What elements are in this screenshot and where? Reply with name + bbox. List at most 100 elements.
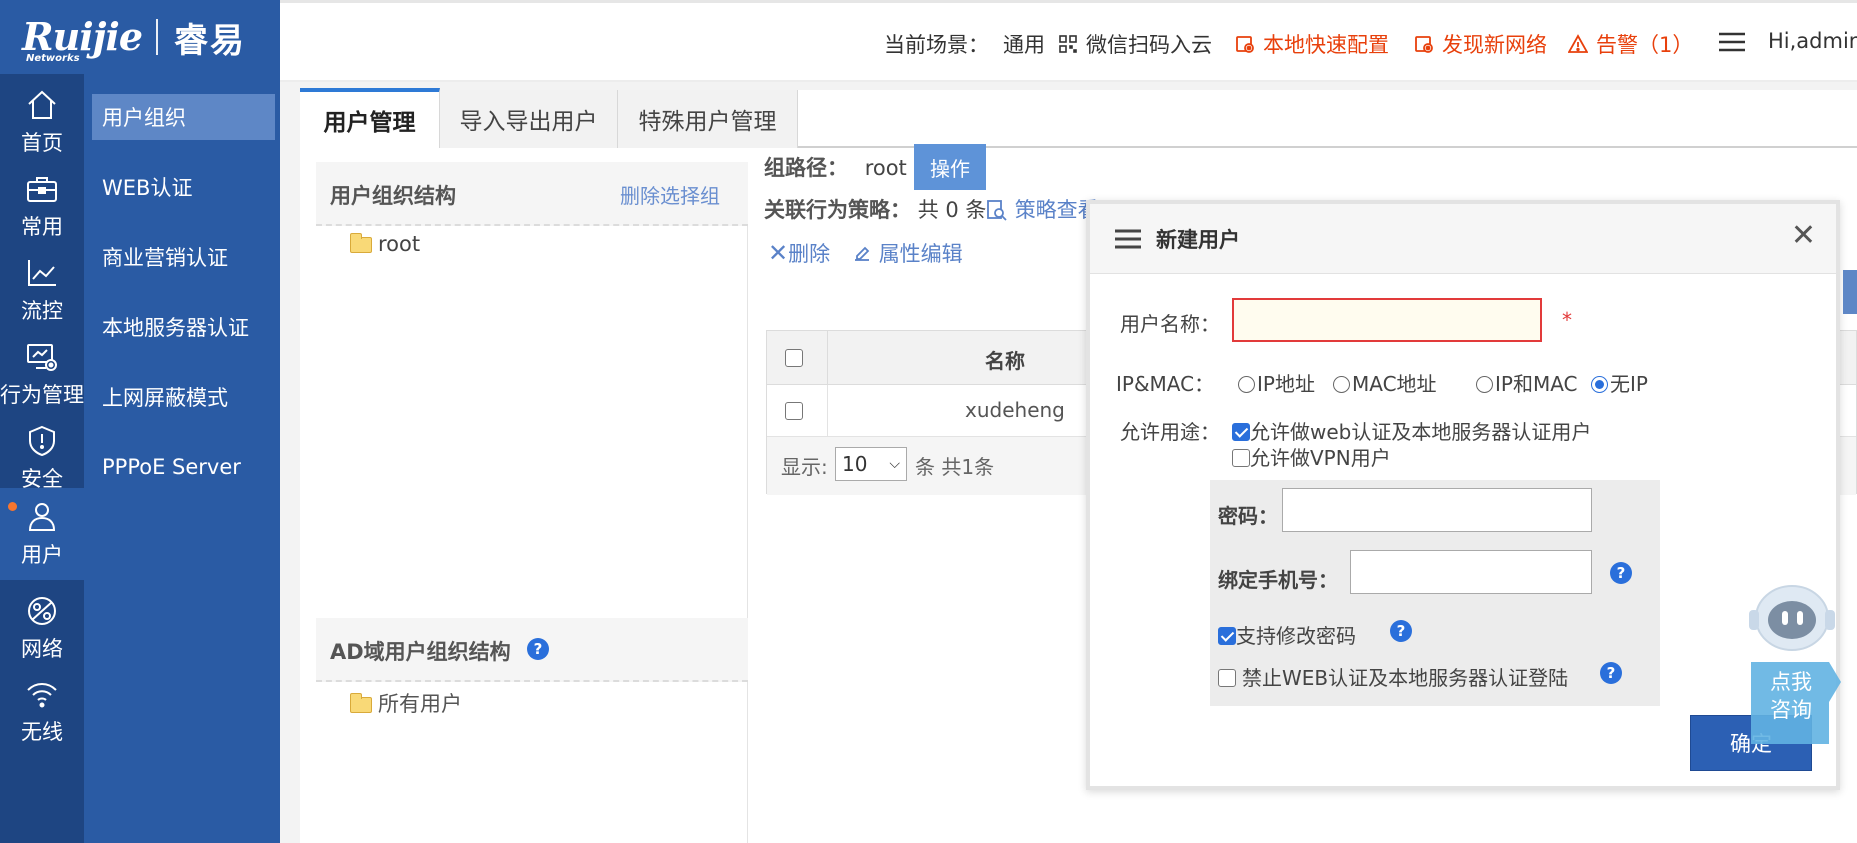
discover-icon [1415, 36, 1433, 53]
submenu-pppoe-server[interactable]: PPPoE Server [92, 444, 275, 490]
usage-web-checkbox [1232, 423, 1250, 441]
alarm-link[interactable]: 告警（1） [1568, 29, 1693, 59]
consult-robot[interactable]: 点我 咨询 [1747, 580, 1843, 760]
ipmac-label: IP&MAC： [1116, 372, 1215, 396]
password-input[interactable] [1282, 488, 1592, 532]
phone-help-icon[interactable]: ? [1610, 562, 1632, 584]
tree-node-all-users[interactable]: 所有用户 [350, 688, 462, 718]
forbid-login-help-icon[interactable]: ? [1600, 662, 1622, 684]
usage-vpn-checkbox [1232, 449, 1250, 467]
select-all-checkbox[interactable] [785, 349, 803, 367]
product-name: 睿易 [174, 20, 247, 61]
org-tree-header: 用户组织结构 删除选择组 [316, 162, 748, 226]
user-greeting[interactable]: Hi,admin [1768, 29, 1857, 53]
quick-config-link[interactable]: 本地快速配置 [1235, 29, 1389, 59]
scene-label: 当前场景： [884, 33, 989, 57]
secondary-nav: 用户组织 WEB认证 商业营销认证 本地服务器认证 上网屏蔽模式 PPPoE S… [84, 74, 280, 843]
username-input[interactable] [1232, 298, 1542, 342]
tree-node-root[interactable]: root [350, 232, 420, 256]
page-size-value: 10 [842, 452, 868, 476]
delete-group-link[interactable]: 删除选择组 [620, 180, 720, 209]
scrollbar-thumb[interactable] [1843, 270, 1857, 314]
nav-common[interactable]: 常用 [0, 158, 84, 254]
ipmac-mac-label: MAC地址 [1352, 372, 1437, 396]
globe-icon [28, 597, 56, 625]
change-password-label: 支持修改密码 [1236, 624, 1356, 648]
usage-vpn-label: 允许做VPN用户 [1250, 446, 1391, 470]
quick-config-label: 本地快速配置 [1263, 33, 1389, 57]
row-checkbox[interactable] [785, 402, 803, 420]
nav-behavior-label: 行为管理 [0, 383, 84, 407]
nav-user-dot [8, 502, 17, 511]
header-divider [827, 331, 828, 385]
ipmac-radio-mac[interactable]: MAC地址 [1333, 368, 1437, 397]
group-path-value: root [864, 156, 907, 180]
tree-node-all-users-label: 所有用户 [378, 692, 462, 716]
tab-import-export[interactable]: 导入导出用户 [440, 90, 618, 148]
change-password-option[interactable]: 支持修改密码 [1218, 620, 1356, 649]
close-icon[interactable]: ✕ [1791, 218, 1816, 253]
robot-label: 点我 咨询 [1753, 668, 1829, 724]
dialog-title: 新建用户 [1156, 228, 1240, 252]
org-tree-title: 用户组织结构 [330, 184, 456, 208]
usage-vpn-option[interactable]: 允许做VPN用户 [1232, 442, 1391, 471]
submenu-user-org[interactable]: 用户组织 [92, 94, 275, 140]
ad-tree-header: AD域用户组织结构 ? [316, 618, 748, 682]
ad-tree-title: AD域用户组织结构 [330, 640, 511, 664]
ipmac-noip-label: 无IP [1610, 372, 1648, 396]
forbid-login-option[interactable]: 禁止WEB认证及本地服务器认证登陆 [1218, 662, 1568, 691]
nav-home[interactable]: 首页 [0, 74, 84, 170]
change-password-checkbox [1218, 627, 1236, 645]
ipmac-radio-ipmac[interactable]: IP和MAC [1476, 368, 1578, 397]
phone-input[interactable] [1350, 550, 1592, 594]
show-label: 显示: [781, 455, 828, 479]
forbid-login-label: 禁止WEB认证及本地服务器认证登陆 [1242, 666, 1569, 690]
close-x-icon: ✕ [768, 239, 789, 267]
scene-value[interactable]: 通用 [1003, 29, 1045, 59]
tab-user-management[interactable]: 用户管理 [300, 88, 440, 148]
list-icon [1115, 229, 1141, 249]
tab-bar: 用户管理 导入导出用户 特殊用户管理 [300, 88, 1857, 148]
tab-special-users[interactable]: 特殊用户管理 [618, 90, 798, 148]
usage-web-option[interactable]: 允许做web认证及本地服务器认证用户 [1232, 416, 1591, 445]
ipmac-ip-label: IP地址 [1257, 372, 1315, 396]
radio-button-selected [1591, 376, 1608, 393]
nav-flow-label: 流控 [21, 299, 63, 323]
search-doc-icon [987, 200, 1007, 221]
discover-network-link[interactable]: 发现新网络 [1414, 29, 1547, 59]
monitor-gear-icon [27, 344, 57, 371]
policy-row: 关联行为策略： 共 0 条 [764, 194, 986, 224]
nav-wireless[interactable]: 无线 [0, 662, 84, 772]
submenu-marketing-auth[interactable]: 商业营销认证 [92, 234, 275, 280]
edit-attr-action[interactable]: 属性编辑 [852, 238, 963, 268]
edit-attr-label: 属性编辑 [878, 242, 963, 266]
delete-action[interactable]: ✕删除 [768, 238, 830, 268]
phone-label: 绑定手机号： [1218, 568, 1338, 592]
ipmac-radio-noip[interactable]: 无IP [1591, 368, 1648, 397]
org-tree-panel: 用户组织结构 删除选择组 root [316, 162, 748, 618]
nav-flow[interactable]: 流控 [0, 242, 84, 338]
wechat-cloud-link[interactable]: 微信扫码入云 [1058, 29, 1212, 59]
submenu-block-mode[interactable]: 上网屏蔽模式 [92, 374, 275, 420]
ipmac-radio-ip[interactable]: IP地址 [1238, 368, 1315, 397]
nav-behavior[interactable]: 行为管理 [0, 326, 84, 422]
auth-settings-box: 密码： 绑定手机号： ? 支持修改密码 ? 禁止WEB认证及本地服务器认证登陆 … [1210, 480, 1660, 706]
nav-wireless-label: 无线 [21, 720, 63, 744]
column-name-header[interactable]: 名称 [985, 345, 1025, 374]
menu-toggle[interactable] [1718, 31, 1746, 53]
page-size-select[interactable]: 10 ⌵ [835, 447, 907, 481]
policy-label: 关联行为策略： [764, 198, 911, 222]
nav-user[interactable]: 用户 [0, 488, 84, 580]
row-divider [827, 385, 828, 437]
delete-action-label: 删除 [788, 242, 831, 266]
policy-view-link[interactable]: 策略查看 [986, 194, 1099, 224]
submenu-local-server-auth[interactable]: 本地服务器认证 [92, 304, 275, 350]
group-path-label: 组路径： [764, 156, 848, 180]
new-user-dialog: 新建用户 ✕ 用户名称： * IP&MAC： IP地址 MAC地址 IP和MAC… [1086, 200, 1840, 790]
operation-button[interactable]: 操作 [914, 144, 986, 190]
change-password-help-icon[interactable]: ? [1390, 620, 1412, 642]
qr-code-icon [1059, 35, 1077, 53]
shield-icon [29, 425, 55, 457]
submenu-web-auth[interactable]: WEB认证 [92, 164, 275, 210]
ad-help-icon[interactable]: ? [527, 638, 549, 660]
